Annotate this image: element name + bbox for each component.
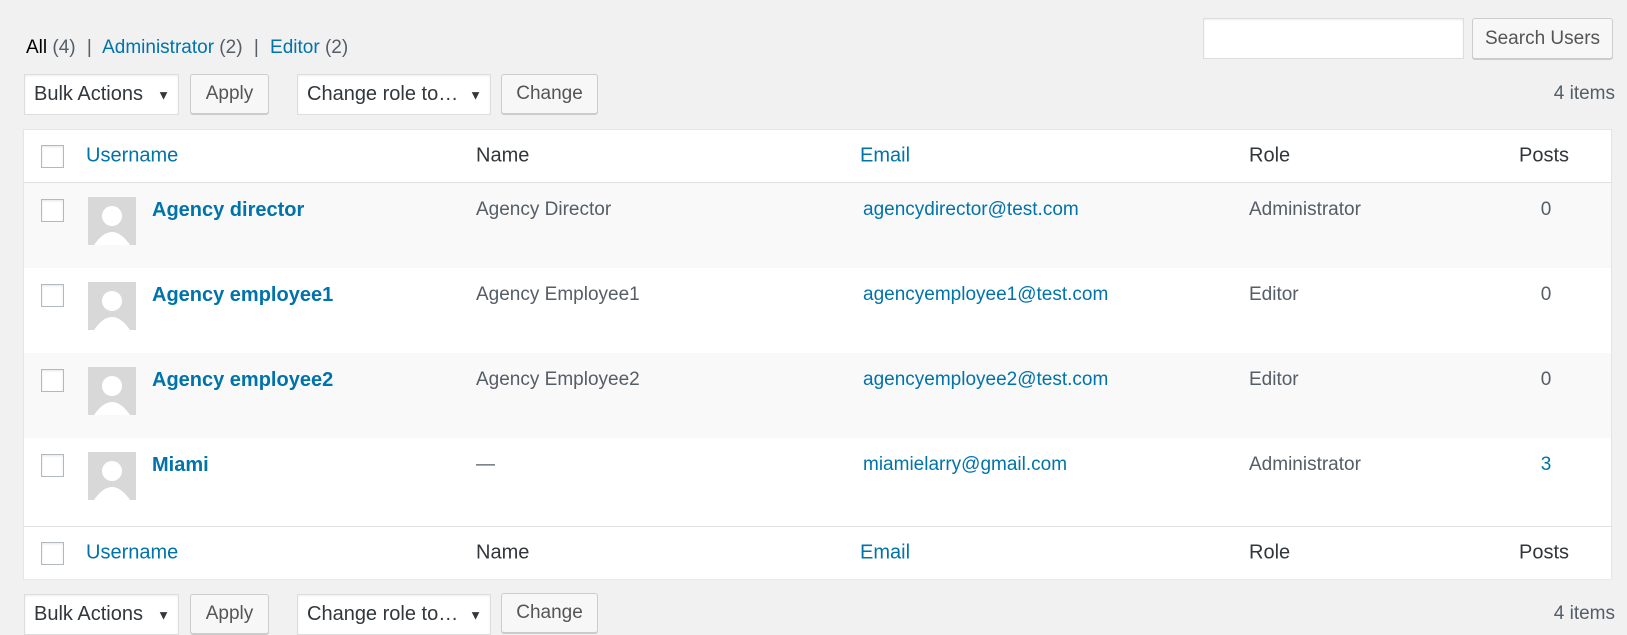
column-email-header[interactable]: Email bbox=[860, 145, 910, 168]
bulk-actions-label: Bulk Actions bbox=[34, 83, 143, 105]
table-footer: Username Name Email Role Posts bbox=[24, 526, 1611, 579]
user-username-link[interactable]: Miami bbox=[152, 454, 209, 477]
default-avatar-icon bbox=[88, 197, 136, 245]
change-role-select-top[interactable]: Change role to… ▼ bbox=[297, 74, 491, 115]
dropdown-arrow-icon: ▼ bbox=[469, 607, 482, 622]
default-avatar-icon bbox=[88, 452, 136, 500]
dropdown-arrow-icon: ▼ bbox=[469, 87, 482, 102]
bulk-actions-select-top[interactable]: Bulk Actions ▼ bbox=[24, 74, 179, 115]
table-header: Username Name Email Role Posts bbox=[24, 130, 1611, 183]
table-row: Agency employee1 Agency Employee1 agency… bbox=[24, 268, 1611, 353]
column-role-header: Role bbox=[1249, 144, 1291, 167]
user-posts: 0 bbox=[1540, 284, 1552, 305]
bulk-actions-select-bottom[interactable]: Bulk Actions ▼ bbox=[24, 594, 179, 635]
dropdown-arrow-icon: ▼ bbox=[157, 87, 170, 102]
apply-button-bottom[interactable]: Apply bbox=[190, 594, 269, 634]
column-posts-header: Posts bbox=[1519, 144, 1570, 167]
row-checkbox[interactable] bbox=[41, 369, 64, 392]
user-role: Administrator bbox=[1249, 454, 1361, 475]
user-name: Agency Employee1 bbox=[476, 284, 640, 305]
filter-administrator-count: (2) bbox=[219, 37, 243, 58]
user-role: Administrator bbox=[1249, 199, 1361, 220]
table-row: Agency director Agency Director agencydi… bbox=[24, 183, 1611, 268]
change-button-top[interactable]: Change bbox=[501, 74, 598, 114]
apply-button-top[interactable]: Apply bbox=[190, 74, 269, 114]
filter-all-label: All bbox=[26, 37, 48, 58]
column-email-footer[interactable]: Email bbox=[860, 542, 910, 565]
user-name: — bbox=[476, 454, 495, 475]
filter-all[interactable]: All bbox=[26, 37, 47, 58]
user-username-link[interactable]: Agency director bbox=[152, 199, 304, 222]
user-role: Editor bbox=[1249, 284, 1299, 305]
user-name: Agency Director bbox=[476, 199, 612, 220]
column-role-footer: Role bbox=[1249, 541, 1291, 564]
column-name-header: Name bbox=[476, 144, 530, 167]
user-email-link[interactable]: miamielarry@gmail.com bbox=[863, 454, 1067, 476]
default-avatar-icon bbox=[88, 367, 136, 415]
column-username-header[interactable]: Username bbox=[86, 145, 178, 168]
bulk-actions-label: Bulk Actions bbox=[34, 603, 143, 625]
row-checkbox[interactable] bbox=[41, 284, 64, 307]
user-name: Agency Employee2 bbox=[476, 369, 640, 390]
users-table: Username Name Email Role Posts Agency di… bbox=[23, 129, 1612, 579]
user-posts-link[interactable]: 3 bbox=[1516, 454, 1576, 476]
default-avatar-icon bbox=[88, 282, 136, 330]
user-role: Editor bbox=[1249, 369, 1299, 390]
change-role-label: Change role to… bbox=[307, 83, 459, 105]
select-all-checkbox[interactable] bbox=[41, 145, 64, 168]
table-row: Agency employee2 Agency Employee2 agency… bbox=[24, 353, 1611, 438]
change-role-label: Change role to… bbox=[307, 603, 459, 625]
search-users-button[interactable]: Search Users bbox=[1472, 18, 1613, 59]
user-email-link[interactable]: agencyemployee1@test.com bbox=[863, 284, 1108, 306]
user-role-filters: All (4) | Administrator (2) | Editor (2) bbox=[26, 37, 348, 59]
change-button-bottom[interactable]: Change bbox=[501, 593, 598, 633]
user-posts: 0 bbox=[1540, 369, 1552, 390]
column-name-footer: Name bbox=[476, 541, 530, 564]
items-count-bottom: 4 items bbox=[1553, 603, 1615, 624]
dropdown-arrow-icon: ▼ bbox=[157, 607, 170, 622]
user-email-link[interactable]: agencyemployee2@test.com bbox=[863, 369, 1108, 391]
filter-administrator[interactable]: Administrator bbox=[102, 37, 214, 58]
items-count-top: 4 items bbox=[1553, 83, 1615, 104]
change-role-select-bottom[interactable]: Change role to… ▼ bbox=[297, 594, 491, 635]
row-checkbox[interactable] bbox=[41, 454, 64, 477]
search-users-input[interactable] bbox=[1203, 18, 1464, 59]
user-username-link[interactable]: Agency employee1 bbox=[152, 284, 333, 307]
column-posts-footer: Posts bbox=[1519, 541, 1570, 564]
filter-all-count: (4) bbox=[52, 37, 76, 58]
user-posts: 0 bbox=[1540, 199, 1552, 220]
row-checkbox[interactable] bbox=[41, 199, 64, 222]
filter-editor-count: (2) bbox=[324, 37, 349, 58]
table-row: Miami — miamielarry@gmail.com Administra… bbox=[24, 438, 1611, 523]
filter-separator: | bbox=[86, 37, 92, 58]
user-username-link[interactable]: Agency employee2 bbox=[152, 369, 333, 392]
column-username-footer[interactable]: Username bbox=[86, 542, 178, 565]
filter-separator: | bbox=[253, 37, 259, 58]
user-email-link[interactable]: agencydirector@test.com bbox=[863, 199, 1079, 221]
select-all-checkbox-footer[interactable] bbox=[41, 542, 64, 565]
filter-editor[interactable]: Editor bbox=[270, 37, 320, 58]
